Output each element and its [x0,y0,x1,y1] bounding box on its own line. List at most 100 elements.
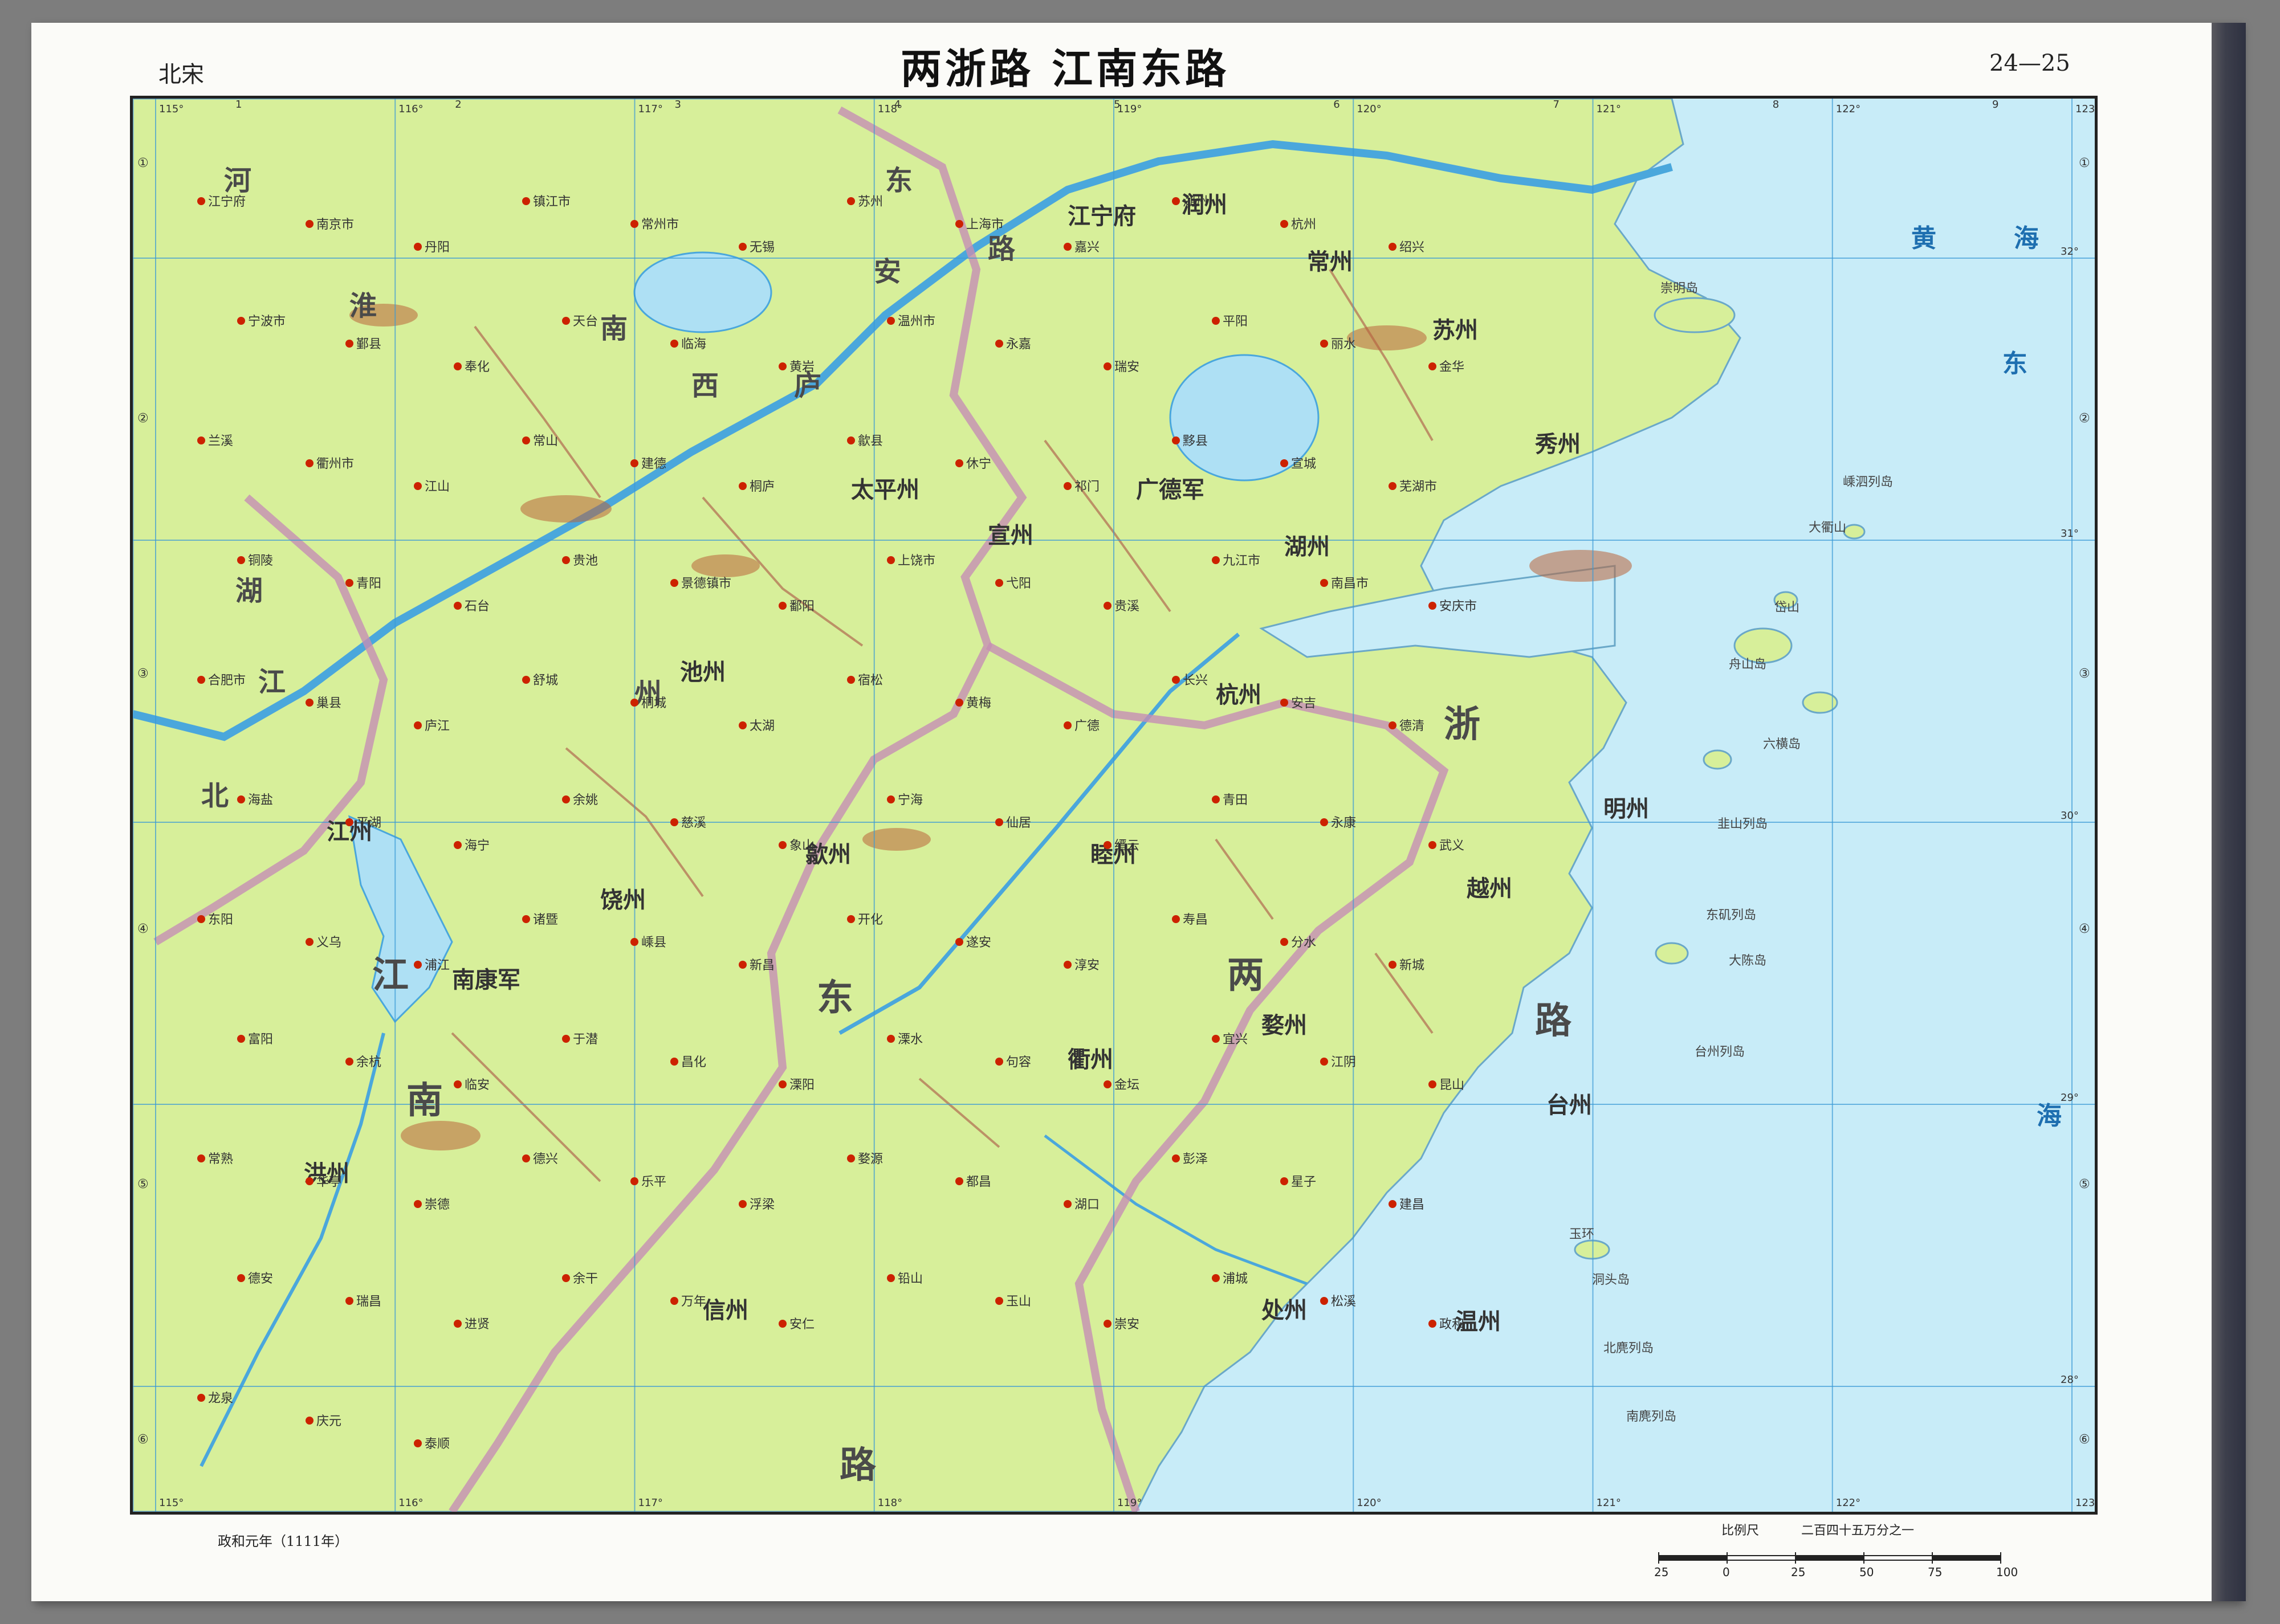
city-marker [1172,197,1180,205]
city-label: 奉化 [465,360,490,374]
row-number: ④ [137,922,149,936]
region-label: 河 [224,165,251,197]
city-label: 歙县 [858,434,883,448]
island-label: 南麂列岛 [1626,1410,1676,1424]
row-number: ② [137,411,149,426]
city-marker [1104,841,1112,849]
prefecture-label-raozhou: 饶州 [600,887,646,913]
city-marker [345,1058,353,1066]
row-number: ④ [2079,922,2090,936]
longitude-label: 119° [1117,1497,1142,1509]
island-label: 大衢山 [1809,521,1846,535]
city-label: 都昌 [966,1175,991,1189]
longitude-label: 115° [159,103,184,115]
prefecture-label-huzhou: 湖州 [1284,534,1330,560]
city-label: 彭泽 [1183,1152,1208,1166]
city-marker [1428,1080,1436,1088]
prefecture-label-guangdejun: 广德军 [1136,477,1204,503]
city-marker [522,197,530,205]
column-number: 7 [1553,99,1560,111]
city-label: 嘉兴 [1074,240,1100,255]
row-number: ⑤ [137,1177,149,1192]
city-marker [670,340,678,348]
city-marker [414,1200,422,1208]
city-label: 铅山 [898,1272,923,1286]
city-marker [306,220,314,228]
city-label: 星子 [1291,1175,1316,1189]
city-marker [1064,721,1072,729]
longitude-label: 117° [638,103,663,115]
city-label: 永康 [1331,816,1356,830]
latitude-label: 32° [2061,246,2079,258]
city-label: 金坛 [1114,1078,1139,1092]
column-number: 9 [1992,99,1998,111]
city-label: 江山 [425,480,450,494]
city-label: 海宁 [465,839,490,853]
city-label: 宿松 [858,674,883,688]
city-label: 松溪 [1331,1295,1356,1309]
scale-tick-label: 0 [1723,1565,1730,1579]
city-marker [1428,841,1436,849]
city-label: 仙居 [1006,816,1031,830]
city-marker [1428,1320,1436,1328]
city-label: 东阳 [208,913,233,927]
city-label: 石台 [465,599,490,614]
city-label: 贵池 [573,554,598,568]
city-marker [1280,459,1288,467]
city-label: 溧阳 [789,1078,815,1092]
city-marker [1280,938,1288,946]
sea-label: 海 [2037,1101,2062,1131]
city-label: 德清 [1399,719,1424,733]
city-marker [739,961,747,969]
city-label: 贵溪 [1114,599,1139,614]
city-label: 绍兴 [1399,240,1424,255]
sea-label: 东 [2002,349,2027,378]
city-label: 诸暨 [533,913,558,927]
city-marker [237,1035,245,1043]
city-marker [739,721,747,729]
city-label: 无锡 [750,240,775,255]
city-marker [1389,1200,1396,1208]
prefecture-label-nankangjun: 南康军 [452,967,520,993]
city-marker [1172,676,1180,684]
city-label: 桐城 [641,696,666,711]
city-label: 兰溪 [208,434,233,448]
longitude-label: 115° [159,1497,184,1509]
city-marker [562,317,570,325]
city-label: 鄱阳 [789,599,815,614]
latitude-label: 31° [2061,528,2079,540]
city-label: 丹阳 [425,240,450,255]
city-marker [562,1274,570,1282]
city-marker [887,317,895,325]
city-label: 瑞昌 [356,1295,381,1309]
prefecture-label-suzhou: 苏州 [1432,317,1478,344]
city-label: 衢州市 [316,457,354,471]
map-title: 两浙路 江南东路 [901,44,1230,93]
city-label: 淳安 [1074,958,1100,973]
city-marker [630,699,638,707]
city-label: 富阳 [248,1033,273,1047]
lake-chaohu [633,251,772,333]
date-note: 政和元年（1111年） [218,1533,349,1549]
city-label: 广德 [1074,719,1100,733]
city-marker [197,197,205,205]
city-marker [995,579,1003,587]
city-label: 龙泉 [208,1392,233,1406]
prefecture-label-xinzhou: 信州 [703,1297,748,1324]
city-label: 临海 [681,337,706,352]
column-number: 6 [1333,99,1339,111]
prefecture-label-hangzhou: 杭州 [1216,682,1261,708]
city-label: 于潜 [573,1033,598,1047]
city-label: 新昌 [750,958,775,973]
city-marker [630,1177,638,1185]
circuit-label: 路 [840,1445,877,1487]
city-label: 昆山 [1439,1078,1464,1092]
city-label: 德安 [248,1272,273,1286]
region-label: 庐 [794,370,821,402]
city-marker [630,459,638,467]
prefecture-label-chizhou: 池州 [680,659,726,685]
city-label: 庐江 [425,719,450,733]
longitude-label: 122° [1836,103,1860,115]
city-marker [345,818,353,826]
column-number: 4 [894,99,901,111]
